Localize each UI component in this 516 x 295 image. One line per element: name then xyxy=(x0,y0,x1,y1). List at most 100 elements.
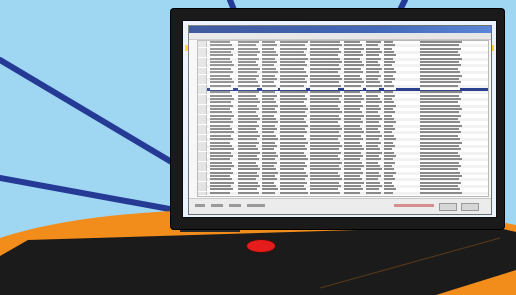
table-cell xyxy=(280,51,304,54)
table-cell xyxy=(384,114,392,117)
table-cell xyxy=(420,57,462,60)
table-cell xyxy=(210,111,232,114)
table-cell xyxy=(238,74,259,77)
table-cell xyxy=(344,124,360,127)
table-cell xyxy=(420,151,458,154)
table-cell xyxy=(366,128,378,131)
table-cell xyxy=(344,47,364,50)
table-cell xyxy=(420,188,460,191)
table-cell xyxy=(262,61,277,64)
table-cell xyxy=(366,114,380,117)
table-cell xyxy=(366,77,378,80)
table-cell xyxy=(344,181,364,184)
table-cell xyxy=(420,118,458,121)
table-cell xyxy=(262,118,276,121)
table-cell xyxy=(238,44,256,47)
table-cell xyxy=(420,81,461,84)
table-cell xyxy=(210,64,234,67)
table-cell xyxy=(262,87,278,90)
table-cell xyxy=(310,51,341,54)
ray-left-upper xyxy=(0,57,188,173)
table-cell xyxy=(384,64,392,67)
table-cell xyxy=(366,154,379,157)
table-cell xyxy=(310,118,341,121)
table-cell xyxy=(384,144,395,147)
table-cell xyxy=(210,121,233,124)
table-cell xyxy=(344,108,360,110)
table-cell xyxy=(210,67,231,70)
table-cell xyxy=(210,108,230,110)
table-cell xyxy=(262,81,274,84)
table-cell xyxy=(210,101,231,104)
table-cell xyxy=(366,164,380,167)
table-cell xyxy=(310,164,339,167)
table-cell xyxy=(310,94,342,97)
table-cell xyxy=(344,151,361,154)
table-cell xyxy=(344,61,362,64)
table-cell xyxy=(344,97,364,100)
table-cell xyxy=(210,84,231,87)
table-cell xyxy=(310,91,340,94)
table-cell xyxy=(238,171,257,174)
table-cell xyxy=(420,54,460,57)
table-cell xyxy=(262,47,274,50)
table-cell xyxy=(210,41,230,43)
table-cell xyxy=(280,54,306,57)
table-cell xyxy=(310,124,340,127)
table-cell xyxy=(384,51,394,54)
table-cell xyxy=(262,158,275,161)
table-cell xyxy=(238,101,260,104)
status-logo-text xyxy=(394,204,434,207)
table-cell xyxy=(344,121,363,124)
table-cell xyxy=(262,151,276,154)
ok-button xyxy=(439,203,457,211)
table-cell xyxy=(384,118,394,121)
table-cell xyxy=(384,97,392,100)
table-cell xyxy=(366,118,382,121)
table-cell xyxy=(262,188,278,191)
table-cell xyxy=(310,111,342,114)
table-cell xyxy=(420,84,458,87)
table-cell xyxy=(384,71,396,74)
table-cell xyxy=(366,64,380,67)
table-cell xyxy=(280,87,306,90)
table-cell xyxy=(210,178,232,181)
table-cell xyxy=(280,121,306,124)
table-cell xyxy=(310,151,341,154)
power-indicator-light xyxy=(247,240,275,252)
table-cell xyxy=(420,128,459,131)
table-cell xyxy=(280,71,306,74)
table-cell xyxy=(210,148,234,151)
table-cell xyxy=(344,114,364,117)
table-cell xyxy=(262,114,274,117)
table-cell xyxy=(238,158,259,161)
table-cell xyxy=(344,77,362,80)
table-cell xyxy=(280,74,308,77)
table-cell xyxy=(366,181,380,184)
table-cell xyxy=(384,87,396,90)
table-cell xyxy=(420,171,460,174)
table-cell xyxy=(420,134,458,137)
table-cell xyxy=(238,175,259,177)
table-cell xyxy=(384,148,392,151)
table-cell xyxy=(384,154,396,157)
table-cell xyxy=(366,121,379,124)
table-cell xyxy=(366,175,381,177)
table-row xyxy=(198,191,488,195)
table-cell xyxy=(344,178,362,181)
table-cell xyxy=(262,54,278,57)
table-cell xyxy=(280,175,308,177)
table-cell xyxy=(262,84,276,87)
table-cell xyxy=(384,138,396,141)
table-cell xyxy=(210,94,232,97)
table-cell xyxy=(310,67,341,70)
table-cell xyxy=(280,154,306,157)
table-cell xyxy=(310,161,342,164)
table-cell xyxy=(310,71,338,74)
table-cell xyxy=(344,44,362,47)
table-cell xyxy=(384,124,393,127)
table-cell xyxy=(238,91,259,94)
table-cell xyxy=(420,44,459,47)
table-cell xyxy=(366,141,381,144)
table-cell xyxy=(310,168,341,171)
